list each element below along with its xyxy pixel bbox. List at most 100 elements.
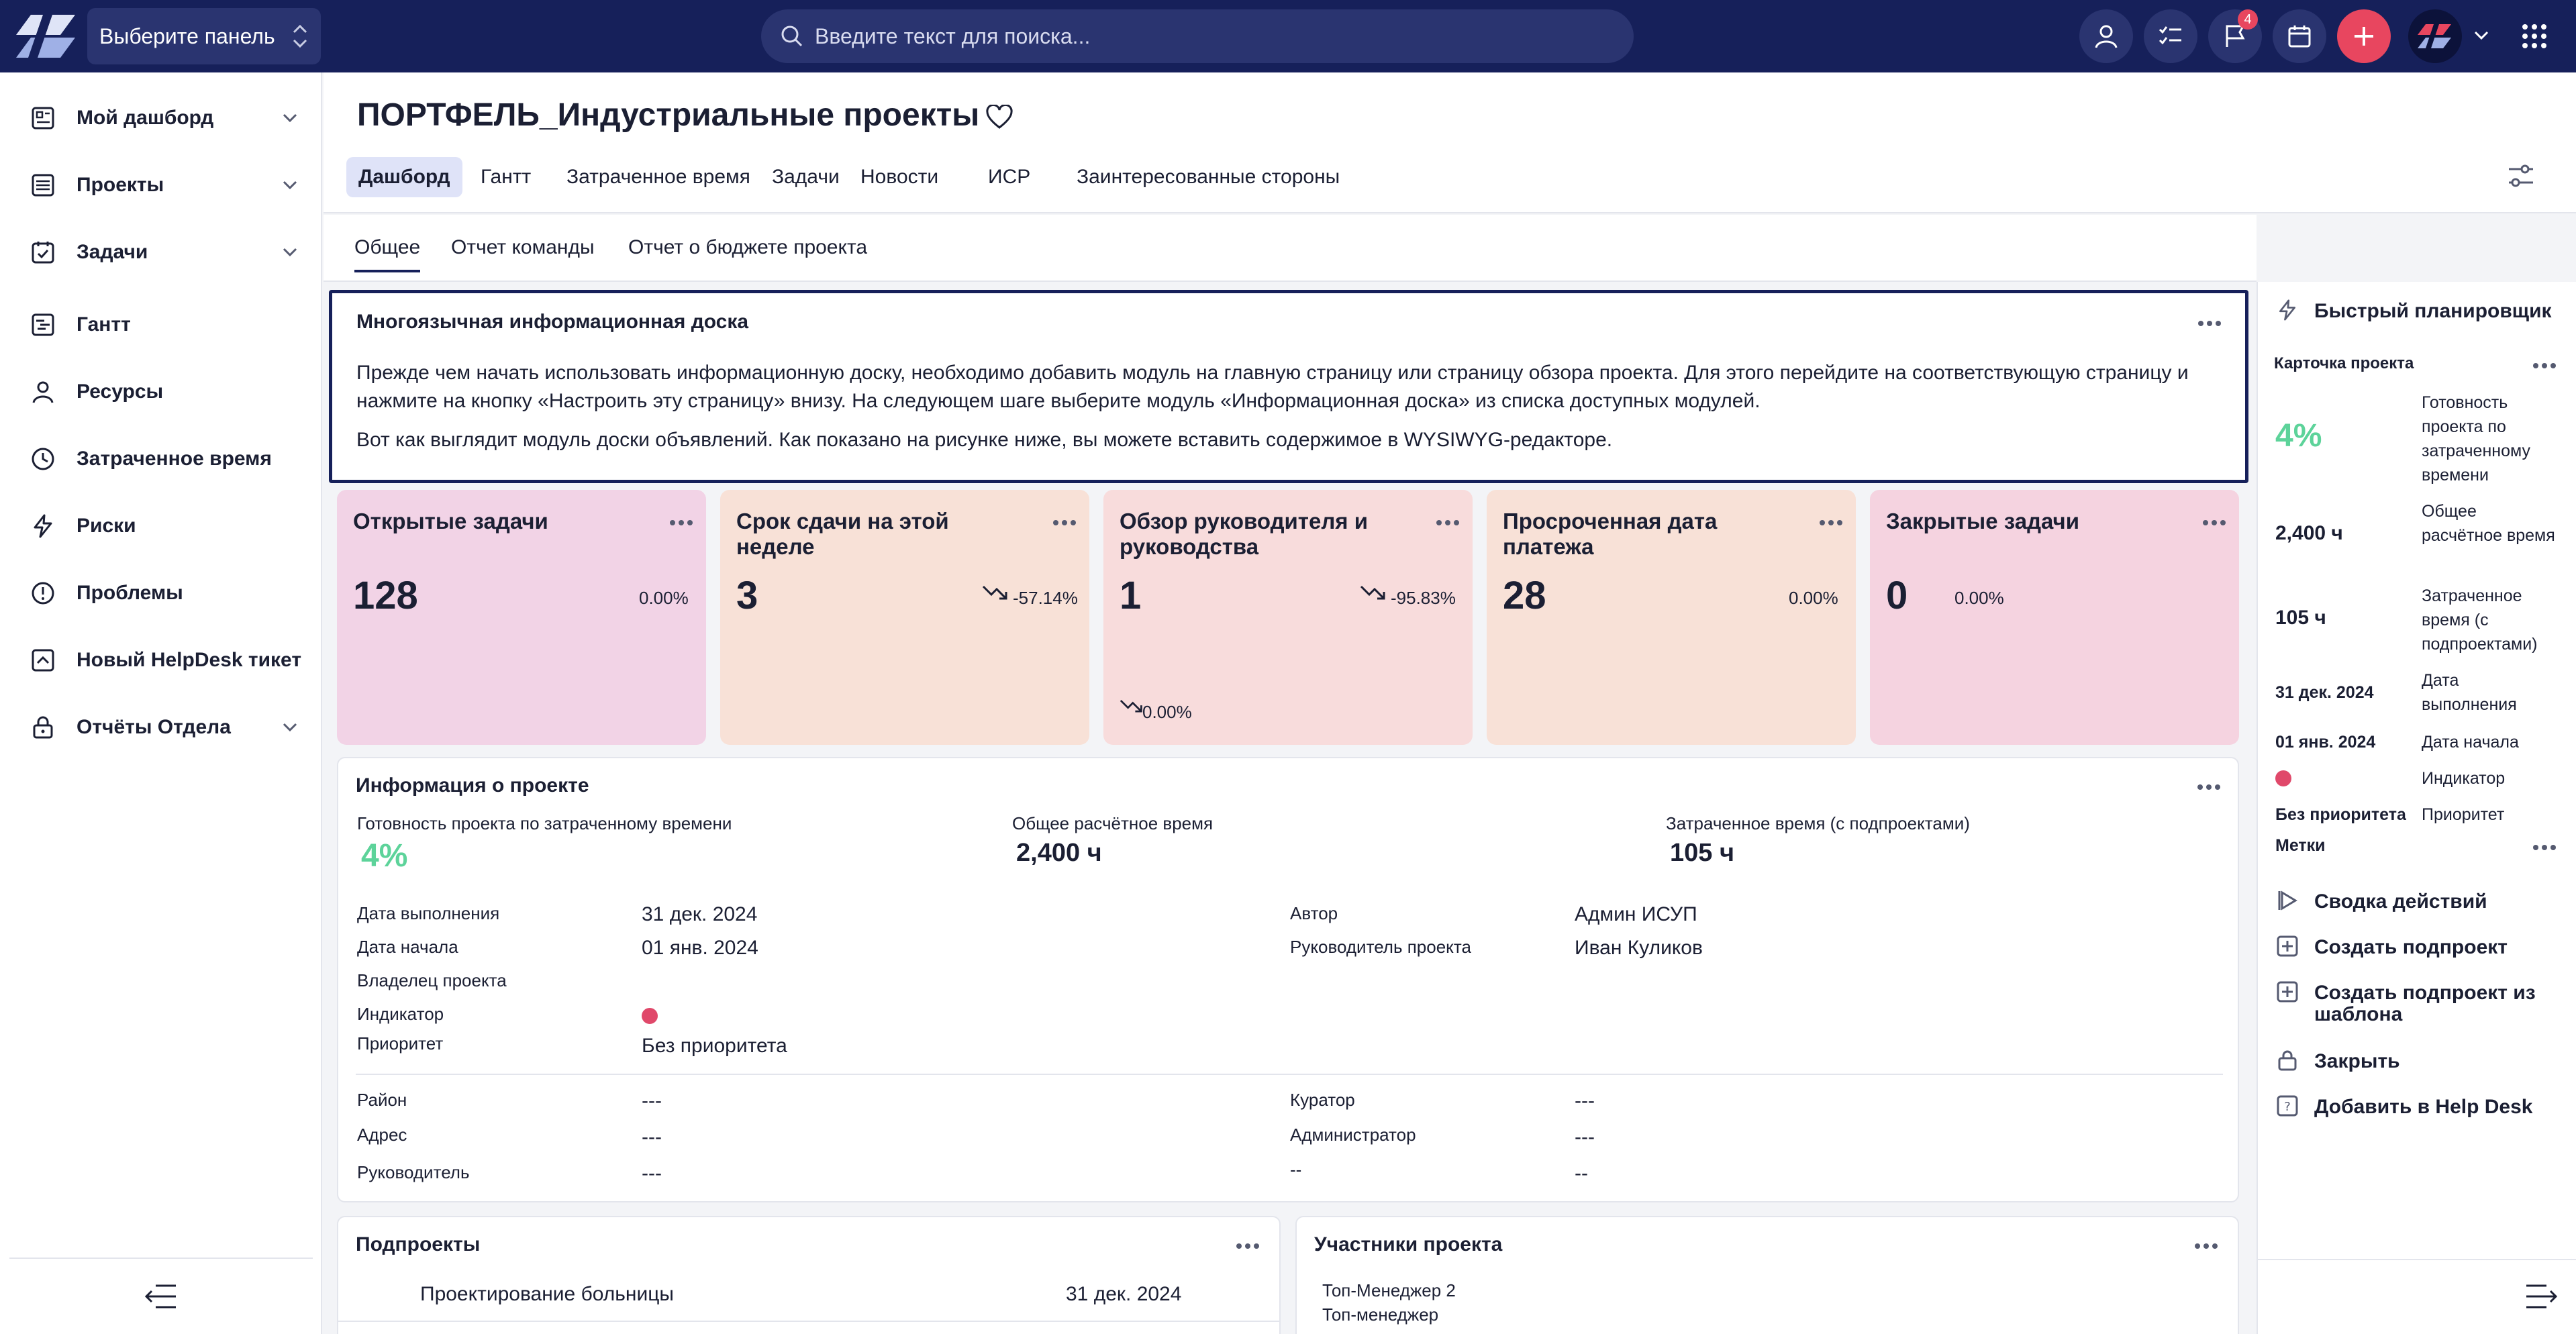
kpi-title: Обзор руководителя и руководства xyxy=(1120,509,1368,559)
create-subproject-from-template-link[interactable]: Создать подпроект из шаблона xyxy=(2314,982,2542,1025)
tab-tasks[interactable]: Задачи xyxy=(760,157,852,197)
sidebar-item-gantt[interactable]: Гантт xyxy=(0,298,321,352)
avatar-logo-icon xyxy=(2418,24,2451,48)
kpi-title: Открытые задачи xyxy=(353,509,548,533)
start-date-value: 01 янв. 2024 xyxy=(642,937,758,959)
sidebar-divider xyxy=(9,1258,313,1259)
project-members-title: Участники проекта xyxy=(1314,1233,1503,1255)
kpi-value: 28 xyxy=(1503,574,1546,617)
readiness-label: Готовность проекта по затраченному време… xyxy=(357,813,732,833)
more-options-icon[interactable] xyxy=(2533,360,2560,368)
readiness-value: 4% xyxy=(361,838,408,874)
rp-tags-label: Метки xyxy=(2275,836,2326,855)
tab-wbs[interactable]: ИСР xyxy=(976,157,1042,197)
add-to-helpdesk-link[interactable]: Добавить в Help Desk xyxy=(2314,1096,2532,1118)
administrator-label: Администратор xyxy=(1290,1125,1416,1145)
alert-icon xyxy=(32,582,54,605)
kpi-overdue-payment[interactable]: Просроченная дата платежа 28 0.00% xyxy=(1487,490,1856,745)
tasks-list-button[interactable] xyxy=(2144,9,2197,63)
expand-panel-icon[interactable] xyxy=(2525,1282,2559,1311)
sidebar-item-risks[interactable]: Риски xyxy=(0,499,321,553)
tasks-icon xyxy=(32,242,54,264)
sidebar-item-projects[interactable]: Проекты xyxy=(0,158,321,212)
calendar-button[interactable] xyxy=(2273,9,2326,63)
sidebar-item-helpdesk[interactable]: Новый HelpDesk тикет xyxy=(0,633,321,687)
tab-gantt[interactable]: Гантт xyxy=(468,157,543,197)
profile-button[interactable] xyxy=(2079,9,2133,63)
user-icon xyxy=(2095,25,2118,48)
subtab-general[interactable]: Общее xyxy=(354,236,421,272)
head-label: Руководитель xyxy=(357,1162,470,1182)
tab-dashboard[interactable]: Дашборд xyxy=(346,157,462,197)
kpi-title: Просроченная дата платежа xyxy=(1503,509,1718,559)
sidebar-item-my-dashboard[interactable]: Мой дашборд xyxy=(0,91,321,145)
sidebar-item-label: Ресурсы xyxy=(77,380,164,403)
sidebar-item-spent-time[interactable]: Затраченное время xyxy=(0,432,321,486)
search-placeholder: Введите текст для поиска... xyxy=(815,24,1091,48)
more-options-icon[interactable] xyxy=(2195,1240,2222,1249)
author-label: Автор xyxy=(1290,903,1338,923)
sidebar-item-department-reports[interactable]: Отчёты Отдела xyxy=(0,701,321,754)
more-options-icon[interactable] xyxy=(2197,781,2224,790)
chevron-down-icon xyxy=(283,181,297,190)
sidebar-item-tasks[interactable]: Задачи xyxy=(0,225,321,279)
app-logo-icon[interactable] xyxy=(13,12,78,60)
collapse-sidebar-icon[interactable] xyxy=(144,1282,179,1311)
add-button[interactable] xyxy=(2337,9,2391,63)
project-manager-value[interactable]: Иван Куликов xyxy=(1575,937,1703,960)
subproject-date: 31 дек. 2024 xyxy=(1066,1283,1182,1305)
tab-spent-time[interactable]: Затраченное время xyxy=(554,157,762,197)
author-value[interactable]: Админ ИСУП xyxy=(1575,903,1697,926)
subproject-name[interactable]: Проектирование больницы xyxy=(420,1283,674,1306)
search-input[interactable]: Введите текст для поиска... xyxy=(761,9,1634,63)
tab-stakeholders[interactable]: Заинтересованные стороны xyxy=(1064,157,1352,197)
more-options-icon[interactable] xyxy=(1053,517,1080,525)
kpi-due-this-week[interactable]: Срок сдачи на этой неделе 3 -57.14% xyxy=(720,490,1089,745)
projects-icon xyxy=(32,174,54,197)
more-options-icon[interactable] xyxy=(2203,517,2230,525)
rp-estimated-label: Общее расчётное время xyxy=(2422,502,2555,545)
more-options-icon[interactable] xyxy=(1820,517,1846,525)
settings-sliders-icon[interactable] xyxy=(2506,161,2536,191)
plus-square-icon xyxy=(2277,935,2298,957)
avatar-chevron-down-icon[interactable] xyxy=(2473,28,2490,43)
page-header: ПОРТФЕЛЬ_Индустриальные проекты Дашборд … xyxy=(324,72,2576,213)
top-bar: Выберите панель Введите текст для поиска… xyxy=(0,0,2576,72)
subtab-budget-report[interactable]: Отчет о бюджете проекта xyxy=(628,236,867,259)
more-options-icon[interactable] xyxy=(670,517,697,525)
district-value: --- xyxy=(642,1090,662,1112)
create-subproject-link[interactable]: Создать подпроект xyxy=(2314,937,2508,958)
quick-planner-link[interactable]: Быстрый планировщик xyxy=(2314,301,2552,322)
spent-time-label: Затраченное время (с подпроектами) xyxy=(1666,813,1970,833)
rp-estimated-value: 2,400 ч xyxy=(2275,522,2343,544)
kpi-closed-tasks[interactable]: Закрытые задачи 0 0.00% xyxy=(1870,490,2239,745)
favorite-heart-icon[interactable] xyxy=(985,105,1013,130)
more-options-icon[interactable] xyxy=(1436,517,1463,525)
more-options-icon[interactable] xyxy=(2533,841,2560,850)
panel-select[interactable]: Выберите панель xyxy=(87,8,321,64)
search-icon xyxy=(781,25,803,47)
more-options-icon[interactable] xyxy=(2198,317,2225,326)
sidebar-item-resources[interactable]: Ресурсы xyxy=(0,365,321,419)
tab-news[interactable]: Новости xyxy=(848,157,950,197)
kpi-manager-review[interactable]: Обзор руководителя и руководства 1 -95.8… xyxy=(1103,490,1473,745)
more-options-icon[interactable] xyxy=(1236,1240,1263,1249)
apps-grid-icon[interactable] xyxy=(2521,23,2548,50)
close-project-link[interactable]: Закрыть xyxy=(2314,1051,2400,1072)
sidebar-item-label: Задачи xyxy=(77,241,148,263)
subtab-team-report[interactable]: Отчет команды xyxy=(451,236,595,259)
avatar[interactable] xyxy=(2408,9,2462,63)
help-square-icon: ? xyxy=(2277,1095,2298,1117)
action-summary-link[interactable]: Сводка действий xyxy=(2314,891,2487,913)
curator-label: Куратор xyxy=(1290,1090,1355,1110)
subprojects-card: Подпроекты Проектирование больницы 31 де… xyxy=(337,1216,1281,1334)
sidebar-item-problems[interactable]: Проблемы xyxy=(0,566,321,620)
kpi-value: 1 xyxy=(1120,574,1142,617)
kpi-value: 128 xyxy=(353,574,418,617)
sidebar-item-label: Новый HelpDesk тикет xyxy=(77,649,302,671)
kpi-open-tasks[interactable]: Открытые задачи 128 0.00% xyxy=(337,490,706,745)
chevron-down-icon xyxy=(283,113,297,123)
divider xyxy=(2258,1259,2576,1260)
notifications-button[interactable]: 4 xyxy=(2208,9,2262,63)
kpi-title: Срок сдачи на этой неделе xyxy=(736,509,949,559)
